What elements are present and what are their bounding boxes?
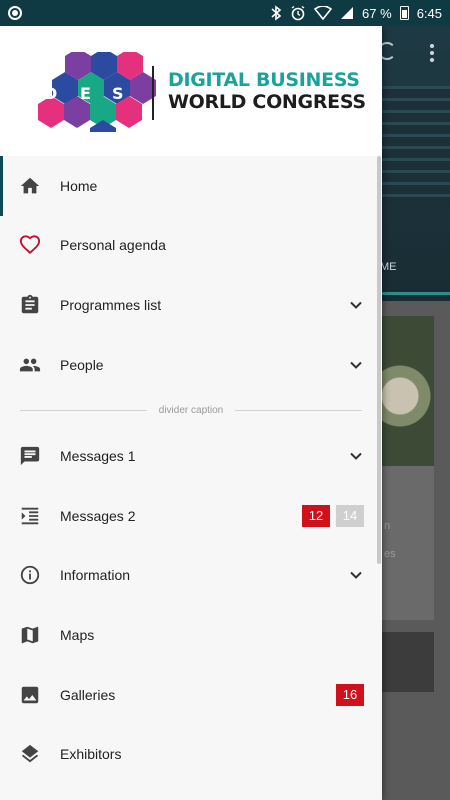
notification-dot-icon xyxy=(8,6,22,20)
unread-badge: 12 xyxy=(302,504,330,527)
nav-item-programmes-list[interactable]: Programmes list xyxy=(0,275,382,335)
badge-group: 12 14 xyxy=(302,504,364,527)
nav-label: Programmes list xyxy=(60,296,162,313)
battery-icon xyxy=(399,6,409,20)
chevron-down-icon[interactable] xyxy=(348,448,364,464)
people-icon xyxy=(18,353,42,377)
map-icon xyxy=(18,623,42,647)
chevron-down-icon[interactable] xyxy=(348,567,364,583)
info-icon xyxy=(18,563,42,587)
logo-line-2: WORLD CONGRESS xyxy=(168,91,366,113)
nav-label: Messages 1 xyxy=(60,448,136,465)
nav-label: Home xyxy=(60,177,98,194)
nav-label: Personal agenda xyxy=(60,237,166,254)
image-icon xyxy=(18,683,42,707)
heart-icon xyxy=(18,233,42,257)
card-image xyxy=(380,316,434,466)
drawer-nav-secondary: Messages 1 Messages 2 12 14 Information xyxy=(0,426,382,784)
nav-item-messages-2[interactable]: Messages 2 12 14 xyxy=(0,486,382,546)
nav-item-messages-1[interactable]: Messages 1 xyxy=(0,426,382,486)
bluetooth-icon xyxy=(271,5,282,21)
nav-item-information[interactable]: Information xyxy=(0,546,382,606)
nav-item-people[interactable]: People xyxy=(0,335,382,395)
alarm-icon xyxy=(291,5,305,21)
indent-list-icon xyxy=(18,504,42,528)
nav-item-maps[interactable]: Maps xyxy=(0,605,382,665)
background-card[interactable]: n es xyxy=(380,316,434,620)
nav-label: People xyxy=(60,356,104,373)
logo-letter-e: E xyxy=(80,84,91,103)
drawer-scrollbar[interactable] xyxy=(377,156,381,564)
unread-badge: 16 xyxy=(336,683,364,706)
drawer-nav: Home Personal agenda Programmes list Peo… xyxy=(0,156,382,394)
nav-label: Galleries xyxy=(60,686,116,703)
status-bar: 67 % 6:45 xyxy=(0,0,450,26)
nav-item-galleries[interactable]: Galleries 16 xyxy=(0,665,382,725)
chevron-down-icon[interactable] xyxy=(348,297,364,313)
wifi-icon xyxy=(314,6,333,20)
drawer-header: D E S DIGITAL BUSINESS WORLD CONGRESS xyxy=(0,26,382,156)
logo-letter-s: S xyxy=(112,84,124,103)
divider-caption: divider caption xyxy=(158,404,224,416)
chevron-down-icon[interactable] xyxy=(348,357,364,373)
layers-icon xyxy=(18,742,42,766)
nav-label: Maps xyxy=(60,626,95,643)
nav-divider: divider caption xyxy=(0,394,382,426)
clock: 6:45 xyxy=(416,5,442,21)
battery-percent: 67 % xyxy=(362,5,392,21)
nav-label: Information xyxy=(60,567,131,584)
nav-item-exhibitors[interactable]: Exhibitors xyxy=(0,724,382,784)
logo-text: DIGITAL BUSINESS WORLD CONGRESS xyxy=(168,69,366,113)
logo-divider xyxy=(152,66,154,120)
home-icon xyxy=(18,174,42,198)
background-tab[interactable]: ME xyxy=(380,261,397,273)
overflow-menu-icon[interactable] xyxy=(430,44,434,62)
logo-line-1: DIGITAL BUSINESS xyxy=(168,69,360,91)
message-icon xyxy=(18,444,42,468)
signal-icon xyxy=(341,7,354,19)
nav-item-personal-agenda[interactable]: Personal agenda xyxy=(0,216,382,276)
nav-item-home[interactable]: Home xyxy=(0,156,382,216)
nav-label: Messages 2 xyxy=(60,507,136,524)
total-badge: 14 xyxy=(336,504,364,527)
background-card-2[interactable] xyxy=(380,632,434,692)
badge-group: 16 xyxy=(336,683,364,706)
logo-letter-d: D xyxy=(44,84,57,103)
nav-label: Exhibitors xyxy=(60,746,122,763)
navigation-drawer: D E S DIGITAL BUSINESS WORLD CONGRESS Ho… xyxy=(0,26,382,800)
clipboard-icon xyxy=(18,293,42,317)
